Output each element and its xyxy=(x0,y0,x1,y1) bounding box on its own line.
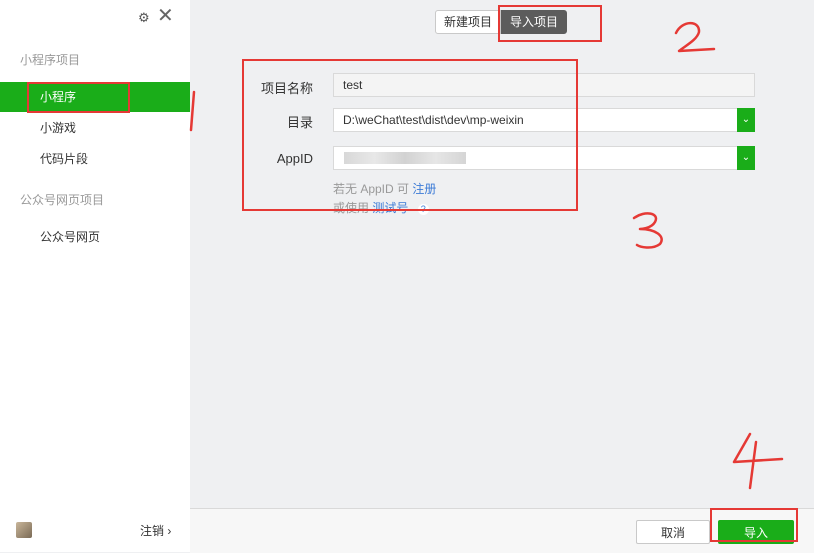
section-title-official-account: 公众号网页项目 xyxy=(20,193,105,207)
annotation-box-2 xyxy=(498,5,602,42)
gear-icon[interactable]: ⚙ xyxy=(138,10,150,26)
annotation-number-1 xyxy=(189,90,196,132)
annotation-number-4 xyxy=(732,432,784,490)
sidebar-item-official-web[interactable]: 公众号网页 xyxy=(0,222,190,252)
annotation-number-2 xyxy=(674,21,716,53)
logout-link[interactable]: 注销 › xyxy=(140,522,171,539)
chevron-down-icon[interactable]: ⌄ xyxy=(737,146,755,170)
tab-new-project[interactable]: 新建项目 xyxy=(435,10,502,34)
close-icon[interactable]: ✕ xyxy=(157,6,174,26)
avatar[interactable] xyxy=(16,522,32,538)
sidebar-item-minigame[interactable]: 小游戏 xyxy=(0,113,190,143)
annotation-box-4 xyxy=(710,508,798,542)
cancel-button[interactable]: 取消 xyxy=(636,520,710,544)
annotation-box-3 xyxy=(242,59,578,211)
annotation-number-3 xyxy=(632,212,663,249)
annotation-box-1 xyxy=(27,82,130,113)
sidebar-item-code-snippet[interactable]: 代码片段 xyxy=(0,144,190,174)
section-title-miniprogram: 小程序项目 xyxy=(20,53,81,67)
chevron-down-icon[interactable]: ⌄ xyxy=(737,108,755,132)
